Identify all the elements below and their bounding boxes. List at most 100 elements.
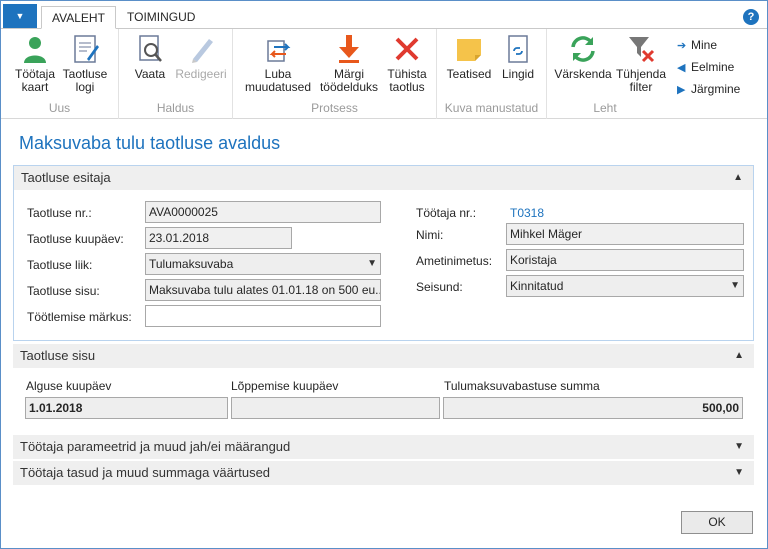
go-to-label: Mine (691, 38, 718, 52)
ribbon-group-protsess: Luba muudatused Märgi töödelduks Tühista… (233, 29, 437, 119)
exemption-amount-label: Tulumaksuvabastuse summa (444, 379, 600, 393)
name-label: Nimi: (416, 228, 444, 242)
chevron-down-icon: ▼ (734, 441, 744, 452)
previous-label: Eelmine (691, 60, 735, 74)
tab-avaleht[interactable]: AVALEHT (41, 6, 116, 29)
arrow-down-icon (339, 35, 359, 63)
ribbon-group-label: Protsess (311, 101, 358, 115)
ribbon-group-label: Kuva manustatud (444, 101, 539, 115)
exemption-amount-field[interactable]: 500,00 (443, 397, 743, 419)
chevron-down-icon: ▼ (15, 11, 25, 21)
request-log-button[interactable]: Taotluse logi (59, 33, 111, 94)
status-label: Seisund: (416, 280, 463, 294)
clear-filter-label-2: filter (629, 80, 653, 94)
page-title: Maksuvaba tulu taotluse avaldus (19, 133, 281, 153)
section-title: Taotluse sisu (20, 348, 96, 363)
ribbon-group-haldus: Vaata Redigeeri Haldus (119, 29, 233, 119)
employee-number-label: Töötaja nr.: (416, 206, 477, 220)
document-edit-icon (74, 35, 99, 63)
next-label: Järgmine (691, 82, 741, 96)
section-header-requester[interactable]: Taotluse esitaja ▲ (14, 166, 753, 190)
notes-button[interactable]: Teatised (445, 33, 493, 81)
request-date-label: Taotluse kuupäev: (27, 232, 124, 246)
job-title-label: Ametinimetus: (416, 254, 493, 268)
filter-clear-icon (629, 37, 655, 63)
chevron-up-icon: ▲ (733, 172, 743, 183)
end-date-field[interactable] (231, 397, 440, 419)
processing-note-field[interactable] (145, 305, 381, 327)
person-icon (24, 37, 46, 63)
allow-changes-label-2: muudatused (244, 80, 312, 94)
edit-label: Redigeeri (175, 67, 227, 81)
section-title: Taotluse esitaja (21, 170, 111, 185)
ribbon: Töötaja kaart Taotluse logi Uus Vaata Re… (1, 29, 767, 119)
ribbon-tab-strip: ▼ AVALEHT TOIMINGUD ? (1, 1, 767, 29)
pencil-icon (192, 39, 213, 63)
employee-card-label-2: kaart (21, 80, 49, 94)
name-field[interactable]: Mihkel Mäger (506, 223, 744, 245)
request-type-label: Taotluse liik: (27, 258, 93, 272)
ribbon-group-attachments: Teatised Lingid Kuva manustatud (437, 29, 547, 119)
start-date-label: Alguse kuupäev (26, 379, 112, 393)
view-document-icon (139, 35, 162, 62)
ribbon-group-label: Haldus (156, 101, 195, 115)
links-label: Lingid (501, 67, 535, 81)
allow-changes-button[interactable]: Luba muudatused (243, 33, 313, 94)
cancel-request-label-2: taotlus (389, 80, 425, 94)
chevron-down-icon: ▼ (734, 467, 744, 478)
notes-label: Teatised (446, 67, 492, 81)
request-type-value: Tulumaksuvaba (149, 257, 234, 271)
status-select[interactable]: Kinnitatud ▼ (506, 275, 744, 297)
triangle-left-icon: ◀ (677, 62, 686, 74)
ok-button[interactable]: OK (681, 511, 753, 534)
chevron-down-icon: ▼ (367, 258, 377, 269)
refresh-button[interactable]: Värskenda (553, 33, 613, 81)
go-to-button[interactable]: ➔ Mine (677, 37, 717, 53)
section-header-parameters[interactable]: Töötaja parameetrid ja muud jah/ei määra… (13, 435, 754, 459)
note-icon (457, 39, 481, 61)
ribbon-group-label: Leht (593, 101, 617, 115)
close-icon (395, 37, 419, 61)
section-title: Töötaja parameetrid ja muud jah/ei määra… (20, 439, 291, 454)
end-date-label: Lõppemise kuupäev (231, 379, 339, 393)
view-label: Vaata (134, 67, 166, 81)
section-requester: Taotluse esitaja ▲ Taotluse nr.: AVA0000… (13, 165, 754, 341)
section-header-fees[interactable]: Töötaja tasud ja muud summaga väärtused … (13, 461, 754, 485)
request-number-label: Taotluse nr.: (27, 206, 92, 220)
clear-filter-button[interactable]: Tühjenda filter (613, 33, 669, 94)
job-title-field[interactable]: Koristaja (506, 249, 744, 271)
request-log-label-2: logi (75, 80, 95, 94)
app-menu-button[interactable]: ▼ (3, 4, 37, 28)
refresh-label: Värskenda (554, 67, 612, 81)
links-button[interactable]: Lingid (497, 33, 539, 81)
next-button[interactable]: ▶ Järgmine (677, 81, 740, 97)
request-number-field[interactable]: AVA0000025 (145, 201, 381, 223)
edit-button[interactable]: Redigeeri (171, 33, 231, 81)
section-header-content[interactable]: Taotluse sisu ▲ (13, 344, 754, 368)
ribbon-group-uus: Töötaja kaart Taotluse logi Uus (1, 29, 119, 119)
request-date-field[interactable]: 23.01.2018 (145, 227, 292, 249)
employee-card-button[interactable]: Töötaja kaart (9, 33, 61, 94)
start-date-field[interactable]: 1.01.2018 (25, 397, 228, 419)
window: ▼ AVALEHT TOIMINGUD ? Töötaja kaart Taot… (0, 0, 768, 549)
document-arrows-icon (267, 40, 291, 62)
chevron-up-icon: ▲ (734, 350, 744, 361)
employee-number-link[interactable]: T0318 (510, 206, 544, 220)
request-content-field[interactable]: Maksuvaba tulu alates 01.01.18 on 500 eu… (145, 279, 381, 301)
cancel-request-button[interactable]: Tühista taotlus (383, 33, 431, 94)
mark-processed-label-2: töödelduks (319, 80, 379, 94)
previous-button[interactable]: ◀ Eelmine (677, 59, 734, 75)
section-title: Töötaja tasud ja muud summaga väärtused (20, 465, 271, 480)
triangle-right-icon: ▶ (677, 84, 686, 96)
refresh-icon (571, 36, 595, 62)
request-type-select[interactable]: Tulumaksuvaba ▼ (145, 253, 381, 275)
tab-toimingud[interactable]: TOIMINGUD (117, 6, 205, 29)
ribbon-group-leht: Värskenda Tühjenda filter ➔ Mine ◀ Eelmine… (547, 29, 767, 119)
ribbon-group-label: Uus (48, 101, 71, 115)
link-document-icon (508, 35, 528, 63)
request-content-label: Taotluse sisu: (27, 284, 100, 298)
view-button[interactable]: Vaata (129, 33, 171, 81)
mark-processed-button[interactable]: Märgi töödelduks (317, 33, 381, 94)
help-icon[interactable]: ? (743, 9, 759, 25)
status-value: Kinnitatud (510, 279, 564, 293)
